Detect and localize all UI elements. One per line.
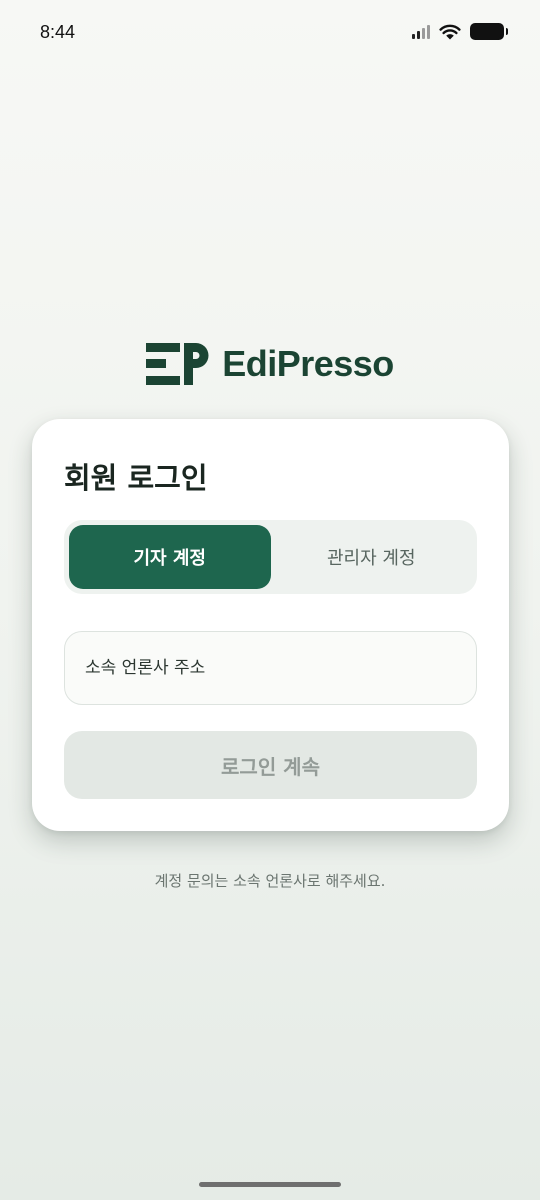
continue-login-button[interactable]: 로그인 계속 xyxy=(64,731,477,799)
tab-admin-account[interactable]: 관리자 계정 xyxy=(271,525,473,589)
press-address-field-wrapper xyxy=(64,631,477,705)
wifi-icon xyxy=(439,24,461,39)
ep-logo-icon xyxy=(146,343,209,385)
account-type-tabs: 기자 계정 관리자 계정 xyxy=(64,520,477,594)
login-card: 회원 로그인 기자 계정 관리자 계정 로그인 계속 xyxy=(32,419,509,831)
press-address-input[interactable] xyxy=(64,631,477,705)
status-bar: 8:44 xyxy=(0,0,540,66)
status-icons xyxy=(412,23,508,40)
status-time: 8:44 xyxy=(40,22,76,42)
brand-name: EdiPresso xyxy=(222,343,394,384)
battery-icon xyxy=(470,23,508,40)
tab-reporter-account[interactable]: 기자 계정 xyxy=(69,525,271,589)
help-text: 계정 문의는 소속 언론사로 해주세요. xyxy=(154,872,386,890)
brand-logo: EdiPresso xyxy=(0,343,540,385)
page-title: 회원 로그인 xyxy=(64,461,208,495)
cellular-signal-icon xyxy=(412,24,430,39)
home-indicator[interactable] xyxy=(199,1182,341,1187)
